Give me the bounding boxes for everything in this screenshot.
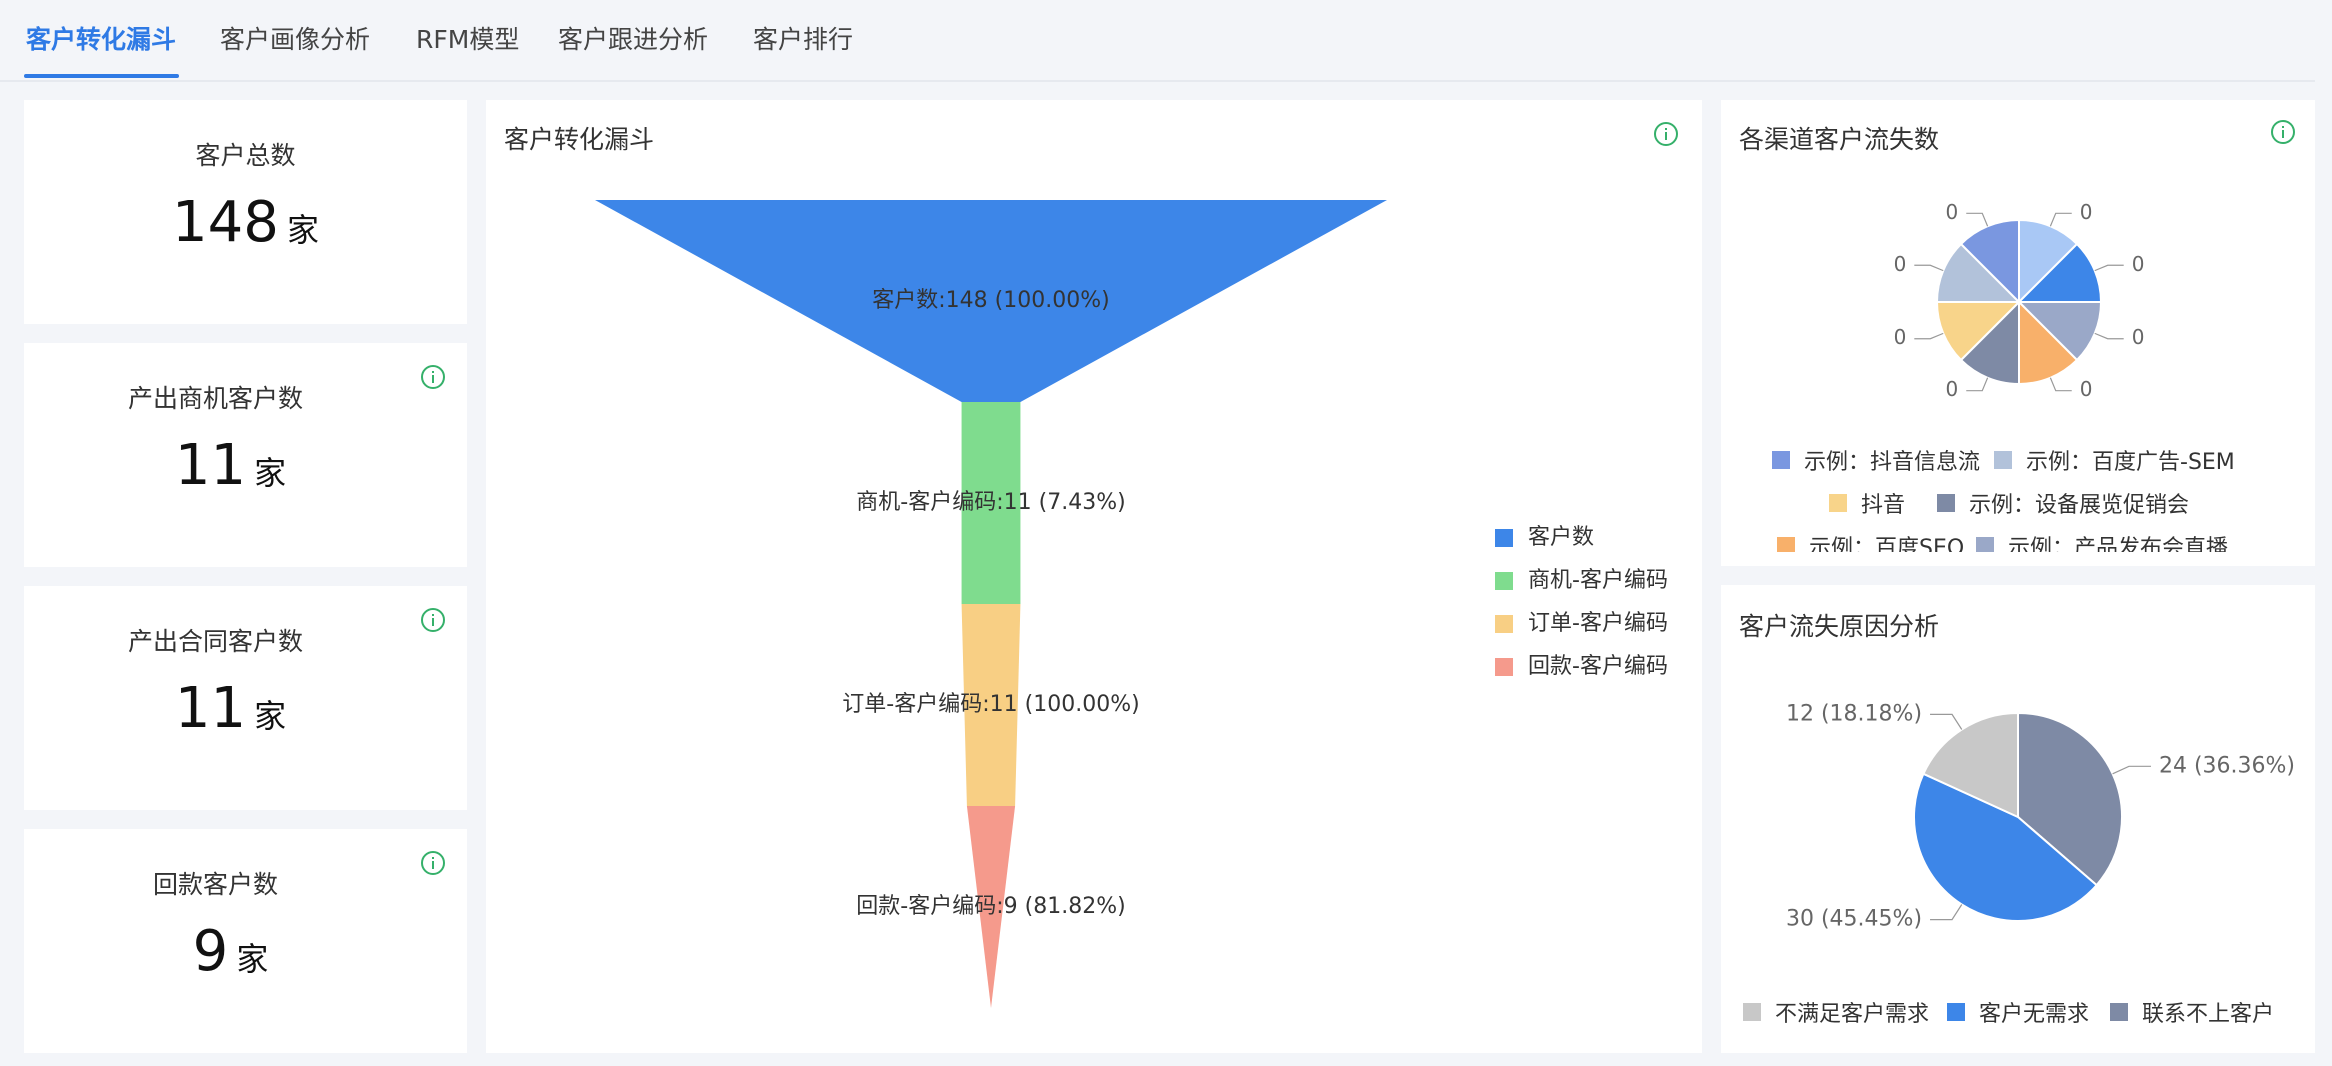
- legend-swatch: [1829, 494, 1847, 512]
- legend-label: 示例：产品发布会直播: [2008, 536, 2229, 552]
- stat-card-contract: 产出合同客户数 11 家: [24, 586, 467, 810]
- legend-swatch: [1495, 658, 1513, 676]
- legend-swatch: [1495, 572, 1513, 590]
- funnel-label: 回款-客户编码:9 (81.82%): [856, 894, 1125, 919]
- legend-label: 回款-客户编码: [1528, 654, 1668, 679]
- stat-title: 产出合同客户数: [127, 627, 303, 656]
- legend-label: 订单-客户编码: [1528, 611, 1668, 636]
- stat-number: 11: [174, 676, 247, 741]
- stat-value: 11 家: [0, 676, 467, 741]
- funnel-label: 商机-客户编码:11 (7.43%): [856, 490, 1125, 515]
- legend-item[interactable]: 示例：设备展览促销会: [1937, 487, 2189, 519]
- stat-number: 148: [172, 190, 279, 255]
- legend-item[interactable]: 抖音: [1829, 487, 1905, 519]
- legend-label: 客户数: [1528, 525, 1594, 550]
- legend-label: 示例：设备展览促销会: [1969, 493, 2190, 518]
- tab-ranking[interactable]: 客户排行: [753, 20, 853, 56]
- channel-churn-card: 各渠道客户流失数 00000000 示例：抖音信息流 示例：百度广告-SEM 抖音示…: [1721, 100, 2315, 566]
- legend-item[interactable]: 示例：产品发布会直播: [1976, 530, 2228, 552]
- legend-item[interactable]: 不满足客户需求: [1743, 996, 1929, 1028]
- legend-swatch: [2110, 1003, 2128, 1021]
- funnel-label: 客户数:148 (100.00%): [872, 288, 1109, 313]
- stat-unit: 家: [286, 211, 319, 249]
- legend-item[interactable]: 联系不上客户: [2110, 996, 2274, 1028]
- stat-card-total: 客户总数 148 家: [24, 100, 467, 324]
- stat-title: 产出商机客户数: [127, 384, 303, 413]
- stat-card-payment: 回款客户数 9家: [24, 829, 467, 1053]
- active-tab-indicator: [24, 74, 179, 78]
- info-icon[interactable]: [419, 849, 447, 877]
- legend-swatch: [1994, 451, 2012, 469]
- legend-label: 不满足客户需求: [1775, 1002, 1930, 1027]
- stat-value: 148 家: [24, 190, 467, 255]
- legend-item[interactable]: 示例：抖音信息流: [1772, 444, 1980, 476]
- channel-legend: 示例：抖音信息流 示例：百度广告-SEM 抖音 示例：设备展览促销会示例：百度SEO 示…: [1721, 100, 2315, 552]
- stat-title: 回款客户数: [152, 870, 278, 899]
- legend-swatch: [1777, 537, 1795, 552]
- stat-value: 11 家: [0, 433, 467, 498]
- stat-unit: 家: [254, 697, 287, 735]
- legend-swatch: [1976, 537, 1994, 552]
- legend-swatch: [1937, 494, 1955, 512]
- legend-swatch: [1495, 615, 1513, 633]
- tab-funnel[interactable]: 客户转化漏斗: [26, 20, 176, 56]
- legend-item[interactable]: 示例：百度广告-SEM: [1994, 444, 2235, 476]
- info-icon[interactable]: [419, 363, 447, 391]
- tab-followup[interactable]: 客户跟进分析: [558, 20, 708, 56]
- legend-label: 示例：百度SEO: [1809, 536, 1965, 552]
- stat-number: 11: [174, 433, 247, 498]
- stat-number: 9: [192, 919, 229, 984]
- legend-label: 示例：百度广告-SEM: [2026, 450, 2235, 475]
- funnel-label: 订单-客户编码:11 (100.00%): [842, 692, 1139, 717]
- stat-value: 9家: [0, 919, 467, 984]
- legend-item[interactable]: 客户无需求: [1947, 996, 2089, 1028]
- stat-unit: 家: [254, 454, 287, 492]
- legend-label: 示例：抖音信息流: [1804, 450, 1981, 475]
- funnel-card: 客户转化漏斗 客户数:148 (100.00%) 商机-客户编码:11 (7.43…: [486, 100, 1702, 1053]
- churn-reason-card: 客户流失原因分析 24 (36.36%) 30 (45.45%) 12 (18.18…: [1721, 585, 2315, 1053]
- legend-label: 联系不上客户: [2142, 1002, 2275, 1027]
- legend-item[interactable]: 示例：百度SEO: [1777, 530, 1964, 552]
- legend-label: 抖音: [1861, 493, 1906, 518]
- legend-swatch: [1947, 1003, 1965, 1021]
- tab-rfm[interactable]: RFM模型: [416, 20, 519, 56]
- stat-unit: 家: [236, 940, 269, 978]
- tab-portrait[interactable]: 客户画像分析: [220, 20, 370, 56]
- legend-swatch: [1495, 529, 1513, 547]
- legend-swatch: [1743, 1003, 1761, 1021]
- stat-title: 客户总数: [195, 141, 296, 170]
- info-icon[interactable]: [419, 606, 447, 634]
- legend-label: 商机-客户编码: [1528, 568, 1668, 593]
- tab-bar: 客户转化漏斗 客户画像分析 RFM模型 客户跟进分析 客户排行: [0, 0, 2315, 82]
- legend-swatch: [1772, 451, 1790, 469]
- funnel-chart: 客户数:148 (100.00%) 商机-客户编码:11 (7.43%) 订单-客户…: [595, 200, 1668, 1008]
- stat-card-opportunity: 产出商机客户数 11 家: [24, 343, 467, 567]
- legend-label: 客户无需求: [1979, 1002, 2090, 1027]
- reason-legend: 不满足客户需求 客户无需求 联系不上客户: [1721, 585, 2315, 1053]
